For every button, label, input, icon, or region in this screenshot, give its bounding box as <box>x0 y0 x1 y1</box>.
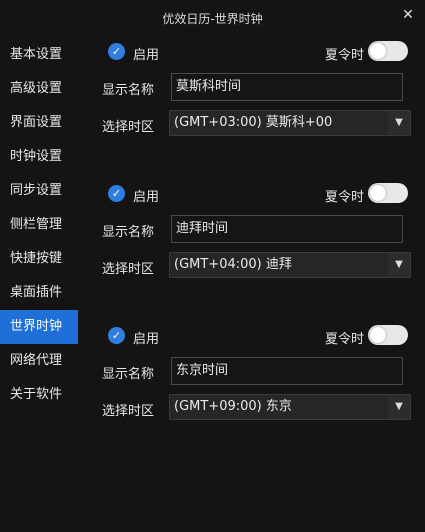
timezone-value: (GMT+04:00) 迪拜 <box>174 257 292 272</box>
enable-label: 启用 <box>133 332 160 347</box>
clock-panel: ✓ 启用 夏令时 显示名称 迪拜时间 选择时区 (GMT+04:00) 迪拜 ▼ <box>100 182 412 280</box>
dst-label: 夏令时 <box>324 48 364 63</box>
toggle-knob <box>370 43 386 59</box>
check-icon: ✓ <box>111 329 122 342</box>
clock-panel: ✓ 启用 夏令时 显示名称 莫斯科时间 选择时区 (GMT+03:00) 莫斯科… <box>100 40 412 138</box>
zone-label: 选择时区 <box>102 404 155 419</box>
timezone-value: (GMT+09:00) 东京 <box>174 399 292 414</box>
dst-label: 夏令时 <box>324 190 364 205</box>
timezone-select[interactable]: (GMT+03:00) 莫斯科+00 ▼ <box>169 110 411 136</box>
dst-toggle[interactable] <box>368 183 408 203</box>
sidebar-item-sidebar-manage[interactable]: 侧栏管理 <box>0 208 78 242</box>
sidebar-item-proxy[interactable]: 网络代理 <box>0 344 78 378</box>
sidebar-item-sync[interactable]: 同步设置 <box>0 174 78 208</box>
sidebar-item-world-clock[interactable]: 世界时钟 <box>0 310 78 344</box>
dst-toggle[interactable] <box>368 325 408 345</box>
timezone-select[interactable]: (GMT+09:00) 东京 ▼ <box>169 394 411 420</box>
zone-row: 选择时区 (GMT+09:00) 东京 ▼ <box>100 394 412 422</box>
sidebar-item-interface[interactable]: 界面设置 <box>0 106 78 140</box>
triangle-down-icon[interactable]: ▼ <box>388 253 410 277</box>
name-input[interactable]: 迪拜时间 <box>171 215 403 243</box>
enable-checkbox[interactable]: ✓ <box>108 43 125 60</box>
clock-header-row: ✓ 启用 夏令时 <box>100 40 412 64</box>
dst-toggle[interactable] <box>368 41 408 61</box>
toggle-knob <box>370 185 386 201</box>
zone-row: 选择时区 (GMT+03:00) 莫斯科+00 ▼ <box>100 110 412 138</box>
check-icon: ✓ <box>111 45 122 58</box>
enable-checkbox[interactable]: ✓ <box>108 185 125 202</box>
window-title: 优效日历-世界时钟 <box>162 12 263 26</box>
name-row: 显示名称 东京时间 <box>100 357 412 385</box>
clock-panel: ✓ 启用 夏令时 显示名称 东京时间 选择时区 (GMT+09:00) 东京 ▼ <box>100 324 412 422</box>
sidebar-item-basic[interactable]: 基本设置 <box>0 38 78 72</box>
sidebar-item-desktop-widgets[interactable]: 桌面插件 <box>0 276 78 310</box>
sidebar-item-hotkeys[interactable]: 快捷按键 <box>0 242 78 276</box>
zone-row: 选择时区 (GMT+04:00) 迪拜 ▼ <box>100 252 412 280</box>
clock-header-row: ✓ 启用 夏令时 <box>100 324 412 348</box>
zone-label: 选择时区 <box>102 120 155 135</box>
close-icon[interactable]: ✕ <box>399 6 417 24</box>
timezone-select[interactable]: (GMT+04:00) 迪拜 ▼ <box>169 252 411 278</box>
name-label: 显示名称 <box>102 367 155 382</box>
sidebar-item-about[interactable]: 关于软件 <box>0 378 78 412</box>
sidebar-item-clock[interactable]: 时钟设置 <box>0 140 78 174</box>
name-row: 显示名称 莫斯科时间 <box>100 73 412 101</box>
name-input[interactable]: 莫斯科时间 <box>171 73 403 101</box>
zone-label: 选择时区 <box>102 262 155 277</box>
sidebar: 基本设置 高级设置 界面设置 时钟设置 同步设置 侧栏管理 快捷按键 桌面插件 … <box>0 38 78 412</box>
name-label: 显示名称 <box>102 83 155 98</box>
name-row: 显示名称 迪拜时间 <box>100 215 412 243</box>
name-label: 显示名称 <box>102 225 155 240</box>
enable-label: 启用 <box>133 48 160 63</box>
dst-label: 夏令时 <box>324 332 364 347</box>
clock-header-row: ✓ 启用 夏令时 <box>100 182 412 206</box>
enable-checkbox[interactable]: ✓ <box>108 327 125 344</box>
check-icon: ✓ <box>111 187 122 200</box>
name-input[interactable]: 东京时间 <box>171 357 403 385</box>
triangle-down-icon[interactable]: ▼ <box>388 111 410 135</box>
sidebar-item-advanced[interactable]: 高级设置 <box>0 72 78 106</box>
triangle-down-icon[interactable]: ▼ <box>388 395 410 419</box>
enable-label: 启用 <box>133 190 160 205</box>
toggle-knob <box>370 327 386 343</box>
title-bar: 优效日历-世界时钟 ✕ <box>0 0 425 36</box>
timezone-value: (GMT+03:00) 莫斯科+00 <box>174 115 333 130</box>
